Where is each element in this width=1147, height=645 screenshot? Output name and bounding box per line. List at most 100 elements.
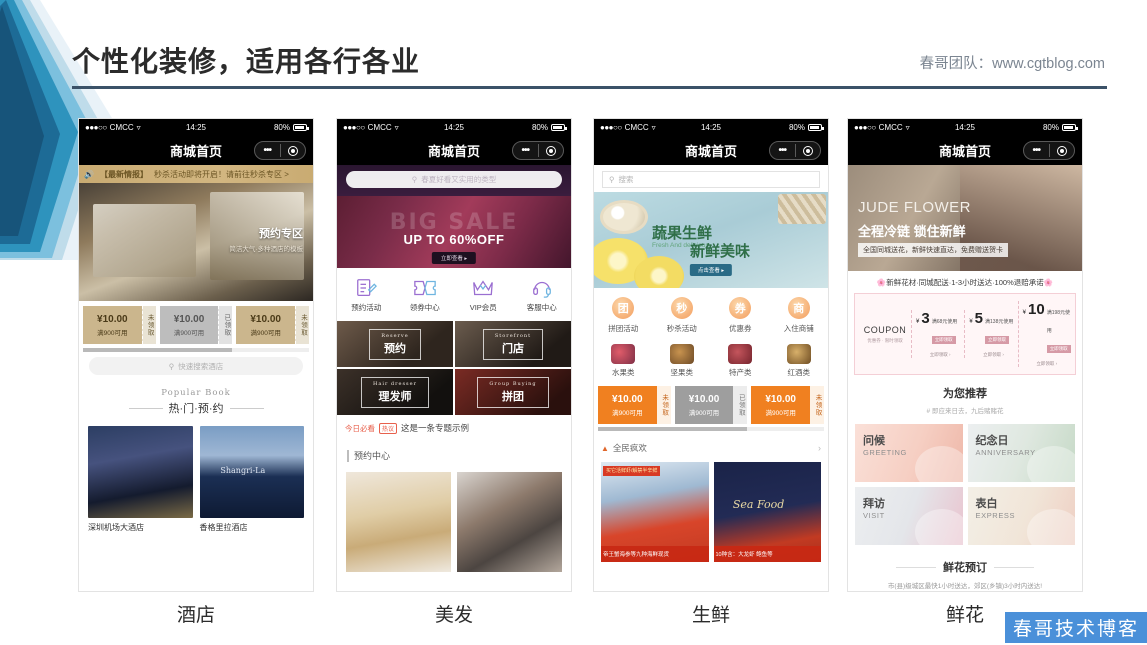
wechat-capsule[interactable]: ••• (769, 141, 821, 160)
group-buy-icon: 团 (612, 297, 635, 319)
more-icon[interactable]: ••• (513, 145, 538, 156)
phone-mockup-hotel[interactable]: ●●●○○ CMCC ▿ 14:25 80% 商城首页 ••• 🔊 【最新情报】… (78, 118, 314, 592)
category-item[interactable]: 特产类 (711, 344, 770, 378)
quick-nav-item[interactable]: 预约活动 (337, 277, 396, 313)
coupon-icon: 券 (729, 297, 752, 319)
hero-cta-button[interactable]: 点击查看 ▸ (689, 264, 733, 276)
quick-nav-item[interactable]: 领券中心 (396, 277, 455, 313)
category-item[interactable]: 红酒类 (770, 344, 829, 378)
hero-banner-flower[interactable]: JUDE FLOWER 全程冷链 锁住新鲜 全国同城送花，新鲜快速直达，免费赠送… (848, 165, 1082, 271)
phone-mockup-hair[interactable]: ●●●○○ CMCC ▿ 14:25 80% 商城首页 ••• ⚲ 春夏好看又实… (336, 118, 572, 592)
coupon-strip[interactable]: ¥10.00 满900可用 未领取 ¥10.00 满900可用 已领取 ¥10.… (594, 384, 828, 427)
close-target-icon[interactable] (1050, 145, 1075, 156)
coupon-item[interactable]: ¥ 10 满198元使用 立即领取 立即领取 › (1017, 301, 1071, 367)
coupon-card[interactable]: ¥10.00 满900可用 未领取 (598, 386, 671, 424)
coupon-scrollbar[interactable] (598, 427, 824, 431)
quick-nav-item[interactable]: 团 拼团活动 (594, 297, 653, 334)
phone-mockup-flower[interactable]: ●●●○○ CMCC ▿ 14:25 80% 商城首页 ••• JUDE FLO… (847, 118, 1083, 592)
coupon-condition: 满198元使用 (1046, 310, 1071, 334)
nav-title: 商城首页 (427, 143, 480, 159)
coupon-box[interactable]: COUPON 优惠券 · 限时领取 ¥ 3 满68元使用 立即领取 立即领取 › (854, 293, 1076, 375)
category-tile[interactable]: Storefront 门店 (455, 321, 571, 367)
close-target-icon[interactable] (796, 145, 821, 156)
more-icon[interactable]: ••• (1024, 145, 1049, 156)
phone-caption: 生鲜 (691, 605, 730, 626)
search-input[interactable]: ⚲ 春夏好看又实用的类型 (346, 171, 562, 188)
close-target-icon[interactable] (539, 145, 564, 156)
category-label: 坚果类 (670, 368, 694, 377)
coupon-value: 5 (974, 310, 984, 327)
more-icon[interactable]: ••• (255, 145, 280, 156)
search-input[interactable]: ⚲ 快速搜索酒店 (89, 357, 303, 375)
coupon-item[interactable]: ¥ 3 满68元使用 立即领取 立即领取 › (911, 310, 964, 358)
page-title: 个性化装修，适用各行各业 (72, 46, 421, 77)
occasion-tile[interactable]: 纪念日 ANNIVERSARY (967, 424, 1075, 482)
coupon-get-link[interactable]: 立即领取 › (1023, 361, 1071, 367)
category-tile[interactable]: Hair dresser 理发师 (337, 369, 453, 415)
search-icon: ⚲ (411, 175, 418, 184)
phone-gallery: ●●●○○ CMCC ▿ 14:25 80% 商城首页 ••• 🔊 【最新情报】… (0, 118, 1147, 626)
coupon-card[interactable]: ¥10.00 满900可用 未领取 (751, 386, 825, 424)
category-tile[interactable]: Group Buying 拼团 (455, 369, 571, 415)
coupon-card[interactable]: ¥10.00 满900可用 未领取 (83, 306, 156, 344)
nuts-icon (669, 344, 694, 364)
coupon-card[interactable]: ¥10.00 满900可用 未领取 (236, 306, 310, 344)
quick-nav-item[interactable]: 客服中心 (513, 277, 572, 313)
more-icon[interactable]: ••• (770, 145, 795, 156)
coupon-scrollbar[interactable] (83, 348, 309, 352)
close-target-icon[interactable] (281, 145, 306, 156)
quick-nav-item[interactable]: VIP会员 (454, 277, 513, 313)
coupon-currency: ¥ (1022, 310, 1026, 316)
hair-image[interactable] (346, 472, 451, 572)
quick-nav-item[interactable]: 商 入住商铺 (770, 297, 829, 334)
clock-label: 14:25 (443, 122, 465, 132)
quick-nav-item[interactable]: 券 优惠券 (711, 297, 770, 334)
clock-label: 14:25 (185, 122, 207, 132)
phone-mockup-fresh[interactable]: ●●●○○ CMCC ▿ 14:25 80% 商城首页 ••• ⚲ 搜索 蔬果生… (593, 118, 829, 592)
product-bottom-text: 帝王蟹海参等九种海鲜现货 (601, 546, 709, 562)
product-badge: 买它活鲜虾/解禁半辛鲜 (603, 466, 661, 476)
chevron-right-icon[interactable]: › (818, 443, 821, 453)
hero-cta-button[interactable]: 立即查看 ▸ (431, 252, 477, 264)
coupon-item[interactable]: ¥ 5 满138元使用 立即领取 立即领取 › (964, 310, 1017, 358)
tile-zh: 问候 (863, 435, 885, 447)
hero-banner-fresh[interactable]: 蔬果生鲜 Fresh And delicious 新鲜美味 点击查看 ▸ (594, 192, 828, 288)
shop-entry-icon: 商 (787, 297, 810, 319)
quick-nav-label: 客服中心 (526, 303, 557, 312)
occasion-tile[interactable]: 拜访 VISIT (855, 487, 963, 545)
category-item[interactable]: 水果类 (594, 344, 653, 378)
wechat-capsule[interactable]: ••• (512, 141, 564, 160)
search-input[interactable]: ⚲ 搜索 (602, 171, 820, 188)
tile-en: VISIT (863, 511, 885, 520)
hero-banner-hotel[interactable]: 预约专区 简洁大气·多种酒店的模板 (79, 183, 313, 301)
section-zh: 热·门·预·约 (168, 403, 224, 415)
occasion-tile[interactable]: 表白 EXPRESS (967, 487, 1075, 545)
section-header-hot[interactable]: ▲ 全民疯欢 › (594, 436, 828, 458)
quick-nav-item[interactable]: 秒 秒杀活动 (653, 297, 712, 334)
category-item[interactable]: 坚果类 (653, 344, 712, 378)
hair-image[interactable] (457, 472, 562, 572)
product-card[interactable]: 买它活鲜虾/解禁半辛鲜 帝王蟹海参等九种海鲜现货 (601, 462, 709, 562)
section-title: 鲜花预订 (943, 562, 987, 574)
tile-en: GREETING (863, 448, 907, 457)
coupon-get-link[interactable]: 立即领取 › (969, 352, 1017, 358)
category-tile[interactable]: Reserve 预约 (337, 321, 453, 367)
wechat-capsule[interactable]: ••• (254, 141, 306, 160)
coupon-get-link[interactable]: 立即领取 › (916, 352, 964, 358)
occasion-tile[interactable]: 问候 GREETING (855, 424, 963, 482)
hair-gallery (337, 462, 571, 572)
wechat-capsule[interactable]: ••• (1023, 141, 1075, 160)
nav-title: 商城首页 (938, 143, 991, 159)
coupon-card[interactable]: ¥10.00 满900可用 已领取 (674, 386, 748, 424)
coupon-card[interactable]: ¥10.00 满900可用 已领取 (159, 306, 233, 344)
search-placeholder: 搜索 (618, 175, 634, 184)
news-hot-badge: 热议 (379, 422, 398, 434)
hotel-card[interactable]: 香格里拉酒店 (199, 426, 304, 533)
hotel-card[interactable]: 深圳机场大酒店 (88, 426, 193, 533)
news-row[interactable]: 今日必看 热议 这是一条专题示例 (337, 415, 571, 434)
hero-banner-sale[interactable]: BIG SALE UP TO 60%OFF 立即查看 ▸ (337, 196, 571, 268)
coupon-strip[interactable]: ¥10.00 满900可用 未领取 ¥10.00 满900可用 已领取 ¥10.… (79, 301, 313, 348)
slide-root: 个性化装修，适用各行各业 春哥团队：www.cgtblog.com ●●●○○ … (0, 0, 1147, 645)
notice-banner[interactable]: 🔊 【最新情报】 秒杀活动即将开启！请前往秒杀专区 > (79, 165, 313, 183)
product-card[interactable]: Sea Food 10种含：大龙虾 鲍鱼等 (713, 462, 821, 562)
